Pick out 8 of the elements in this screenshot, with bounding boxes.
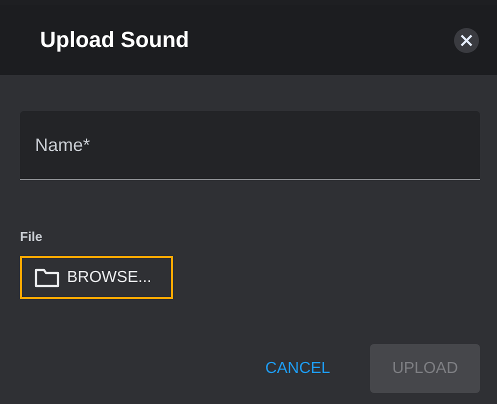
cancel-button[interactable]: CANCEL (265, 344, 330, 393)
folder-icon (34, 268, 60, 288)
close-button[interactable] (454, 28, 479, 52)
dialog-title: Upload Sound (40, 27, 190, 53)
close-icon (460, 34, 473, 46)
browse-button[interactable]: BROWSE... (20, 256, 174, 299)
name-field[interactable]: Name* (20, 111, 480, 180)
file-label: File (20, 229, 44, 244)
